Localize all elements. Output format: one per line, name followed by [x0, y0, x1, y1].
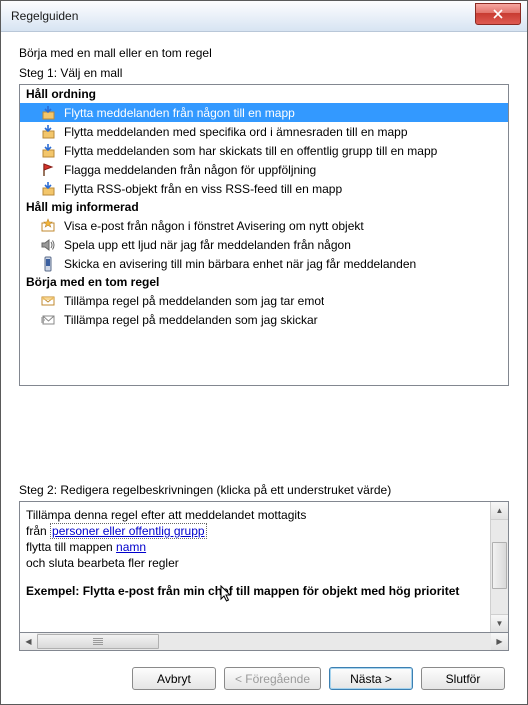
intro-text: Börja med en mall eller en tom regel [19, 46, 509, 60]
template-new-item-alert[interactable]: Visa e-post från någon i fönstret Aviser… [20, 216, 508, 235]
scroll-down-arrow[interactable]: ▼ [491, 614, 508, 632]
rule-description-content: Tillämpa denna regel efter att meddeland… [20, 502, 490, 632]
template-label: Tillämpa regel på meddelanden som jag sk… [64, 313, 318, 327]
group-stay-informed: Håll mig informerad [20, 198, 508, 216]
scroll-up-arrow[interactable]: ▲ [491, 502, 508, 520]
desc-example: Exempel: Flytta e-post från min chef til… [26, 584, 484, 598]
finish-button[interactable]: Slutför [421, 667, 505, 690]
step1-label: Steg 1: Välj en mall [19, 66, 509, 80]
template-label: Flytta RSS-objekt från en viss RSS-feed … [64, 182, 342, 196]
scroll-right-arrow[interactable]: ▶ [491, 633, 508, 650]
link-folder-name[interactable]: namn [116, 540, 146, 554]
titlebar: Regelguiden [1, 1, 527, 32]
desc-line-from: från personer eller offentlig grupp [26, 524, 484, 538]
template-label: Flagga meddelanden från någon för uppföl… [64, 163, 316, 177]
template-flag-followup[interactable]: Flagga meddelanden från någon för uppföl… [20, 160, 508, 179]
link-people-or-group[interactable]: personer eller offentlig grupp [50, 523, 207, 539]
template-move-subject-words[interactable]: Flytta meddelanden med specifika ord i ä… [20, 122, 508, 141]
group-blank-rule: Börja med en tom regel [20, 273, 508, 291]
desc-line-stop: och sluta bearbeta fler regler [26, 556, 484, 570]
template-label: Tillämpa regel på meddelanden som jag ta… [64, 294, 324, 308]
scroll-left-arrow[interactable]: ◀ [20, 633, 37, 650]
previous-button: < Föregående [224, 667, 321, 690]
rules-wizard-window: Regelguiden Börja med en mall eller en t… [0, 0, 528, 705]
alert-star-icon [40, 218, 56, 234]
group-stay-organized: Håll ordning [20, 85, 508, 103]
speaker-icon [40, 237, 56, 253]
move-folder-icon [40, 181, 56, 197]
template-mobile-alert[interactable]: Skicka en avisering till min bärbara enh… [20, 254, 508, 273]
close-button[interactable] [475, 3, 521, 25]
move-folder-icon [40, 105, 56, 121]
desc-line-moveto: flytta till mappen namn [26, 540, 484, 554]
dialog-body: Börja med en mall eller en tom regel Ste… [1, 32, 527, 704]
desc-horizontal-scrollbar[interactable]: ◀ ▶ [19, 633, 509, 651]
template-move-rss[interactable]: Flytta RSS-objekt från en viss RSS-feed … [20, 179, 508, 198]
button-row: Avbryt < Föregående Nästa > Slutför [19, 651, 509, 694]
template-move-public-group[interactable]: Flytta meddelanden som har skickats till… [20, 141, 508, 160]
cancel-button[interactable]: Avbryt [132, 667, 216, 690]
mobile-icon [40, 256, 56, 272]
close-icon [493, 9, 503, 19]
envelope-send-icon [40, 312, 56, 328]
template-label: Skicka en avisering till min bärbara enh… [64, 257, 416, 271]
scroll-thumb[interactable] [37, 634, 159, 649]
rule-description-box: Tillämpa denna regel efter att meddeland… [19, 501, 509, 633]
step2-label: Steg 2: Redigera regelbeskrivningen (kli… [19, 483, 509, 497]
move-folder-icon [40, 143, 56, 159]
template-blank-incoming[interactable]: Tillämpa regel på meddelanden som jag ta… [20, 291, 508, 310]
next-button[interactable]: Nästa > [329, 667, 413, 690]
template-listbox[interactable]: Håll ordning Flytta meddelanden från någ… [19, 84, 509, 386]
move-folder-icon [40, 124, 56, 140]
desc-vertical-scrollbar[interactable]: ▲ ▼ [490, 502, 508, 632]
window-title: Regelguiden [11, 9, 78, 23]
template-label: Visa e-post från någon i fönstret Aviser… [64, 219, 364, 233]
envelope-icon [40, 293, 56, 309]
desc-line-apply: Tillämpa denna regel efter att meddeland… [26, 508, 484, 522]
template-label: Flytta meddelanden med specifika ord i ä… [64, 125, 408, 139]
template-play-sound[interactable]: Spela upp ett ljud när jag får meddeland… [20, 235, 508, 254]
flag-icon [40, 162, 56, 178]
template-blank-outgoing[interactable]: Tillämpa regel på meddelanden som jag sk… [20, 310, 508, 329]
template-label: Spela upp ett ljud när jag får meddeland… [64, 238, 351, 252]
scroll-track[interactable] [37, 633, 491, 650]
template-move-from-person[interactable]: Flytta meddelanden från någon till en ma… [20, 103, 508, 122]
scroll-thumb[interactable] [492, 542, 507, 589]
template-label: Flytta meddelanden som har skickats till… [64, 144, 437, 158]
template-label: Flytta meddelanden från någon till en ma… [64, 106, 295, 120]
